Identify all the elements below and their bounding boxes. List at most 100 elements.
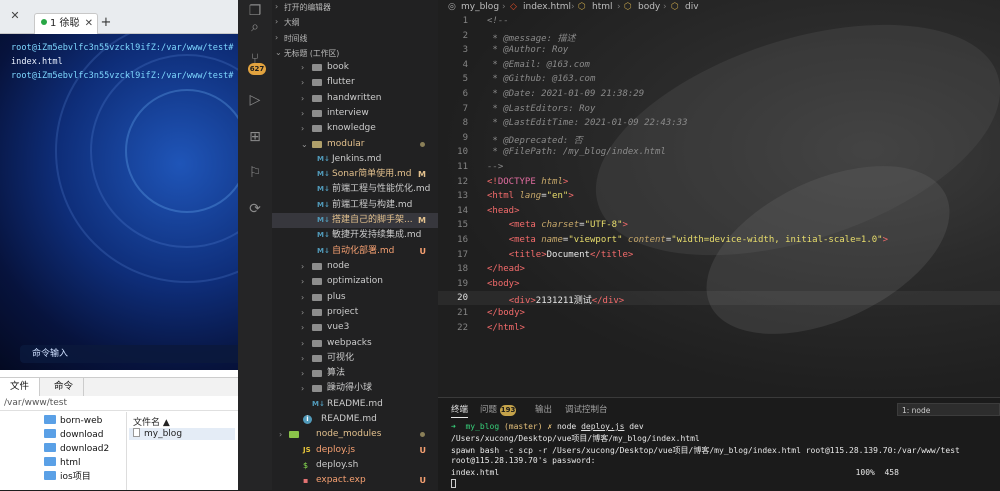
line-number: 18 [457, 264, 468, 275]
filename-column-header[interactable]: 文件名 ▲ [133, 415, 170, 428]
terminal-line: root@iZm5ebvlfc3n55vzckl9ifZ:/var/www/te… [11, 71, 238, 81]
line-number: 6 [462, 89, 468, 99]
element-icon: ⬡ [671, 2, 679, 12]
ssh-tab-label: 1 徐聪 [50, 18, 80, 29]
code-line: <body> [487, 278, 520, 289]
tree-file[interactable]: JS deploy.js U [272, 443, 438, 458]
tree-folder[interactable]: › optimization [272, 274, 438, 289]
search-icon[interactable]: ⌕ [246, 18, 264, 36]
tree-file[interactable]: $ deploy.sh [272, 458, 438, 473]
file-list-item[interactable]: my_blog [129, 428, 235, 440]
breadcrumb-item[interactable]: index.html [523, 0, 571, 15]
breadcrumb-item[interactable]: div [685, 0, 699, 15]
tree-file[interactable]: M↓ 前端工程与构建.md [272, 198, 438, 213]
tree-folder[interactable]: › 可视化 [272, 351, 438, 366]
terminal-select[interactable]: 1: node [897, 403, 1000, 416]
line-number: 15 [457, 220, 468, 231]
code-line: * @LastEditors: Roy [487, 103, 596, 114]
tree-folder[interactable]: › 躁动得小球 [272, 381, 438, 396]
breadcrumb-item[interactable]: html [592, 0, 613, 15]
extensions-icon[interactable]: ⊞ [246, 128, 264, 146]
chevron-right-icon: › [301, 308, 305, 317]
section-open-editors[interactable]: 打开的编辑器 [284, 2, 331, 13]
line-number: 2 [462, 30, 468, 41]
bookmark-icon[interactable]: ⚐ [246, 164, 264, 182]
ssh-session-tab[interactable]: 1 徐聪 ✕ [34, 13, 98, 34]
folder-tree-item[interactable]: ios项目 [44, 470, 91, 484]
folder-icon [312, 95, 322, 102]
git-status-badge: U [419, 446, 427, 455]
tree-folder[interactable]: › flutter [272, 75, 438, 90]
ssh-terminal[interactable]: root@iZm5ebvlfc3n55vzckl9ifZ:/var/www/te… [0, 34, 238, 370]
tree-file[interactable]: M↓ 搭建自己的脚手架... M [272, 213, 438, 228]
tree-file[interactable]: M↓ Sonar简单使用.md M [272, 167, 438, 182]
tree-file[interactable]: M↓ 前端工程与性能优化.md [272, 182, 438, 197]
code-line: <title>Document</title> [508, 249, 634, 260]
chevron-right-icon: › [275, 2, 279, 11]
tree-folder[interactable]: › project [272, 305, 438, 320]
sftp-path-bar[interactable]: /var/www/test [0, 396, 238, 411]
add-tab-button[interactable]: + [98, 13, 114, 33]
section-timeline[interactable]: 时间线 [284, 33, 307, 44]
code-line: </head> [487, 264, 525, 275]
tree-folder[interactable]: › plus [272, 290, 438, 305]
code-editor[interactable]: ◎ my_blog › ◇ index.html › ⬡ html › ⬡ bo… [438, 0, 1000, 397]
tree-file[interactable]: M↓ README.md [272, 397, 438, 412]
tree-file[interactable]: M↓ Jenkins.md [272, 152, 438, 167]
problems-count-badge: 193 [500, 405, 517, 416]
chevron-right-icon: › [301, 339, 305, 348]
element-icon: ⬡ [578, 2, 586, 12]
sftp-file-list: 文件名 ▲ my_blog [127, 412, 238, 490]
terminal-line: index.html [11, 57, 63, 67]
command-input[interactable]: 命令输入 [20, 345, 238, 363]
tab-problems[interactable]: 问题 193 [480, 403, 517, 416]
folder-tree-item[interactable]: download2 [44, 442, 109, 456]
tree-file[interactable]: M↓ 敏捷开发持续集成.md [272, 228, 438, 243]
chevron-right-icon: › [301, 354, 305, 363]
breadcrumb-item[interactable]: body [638, 0, 660, 15]
tab-commands[interactable]: 命令 [44, 378, 85, 396]
breadcrumb-item[interactable]: my_blog [461, 0, 499, 15]
folder-icon [312, 355, 322, 362]
chevron-right-icon: › [301, 293, 305, 302]
tab-output[interactable]: 输出 [535, 403, 552, 415]
folder-tree-item[interactable]: born-web [44, 414, 102, 428]
tree-folder[interactable]: › node_modules [272, 427, 438, 442]
window-close-icon[interactable]: ✕ [6, 7, 24, 25]
line-number: 7 [462, 103, 468, 114]
tree-file[interactable]: ▪ expact.exp U [272, 473, 438, 488]
folder-icon [312, 324, 322, 331]
section-outline[interactable]: 大纲 [284, 17, 300, 28]
tree-file[interactable]: M↓ 自动化部署.md U [272, 244, 438, 259]
tree-folder[interactable]: › handwritten [272, 91, 438, 106]
folder-icon [312, 385, 322, 392]
chevron-right-icon: › [275, 33, 279, 42]
folder-tree-item[interactable]: download [44, 428, 104, 442]
run-debug-icon[interactable]: ▷ [246, 91, 264, 109]
markdown-file-icon: M↓ [317, 170, 330, 178]
chevron-right-icon: › [275, 17, 279, 26]
tab-files[interactable]: 文件 [0, 378, 41, 396]
tree-folder[interactable]: › knowledge [272, 121, 438, 136]
tree-folder[interactable]: › node [272, 259, 438, 274]
tree-folder[interactable]: › webpacks [272, 336, 438, 351]
remote-icon[interactable]: ⟳ [246, 200, 264, 218]
tree-folder-open[interactable]: ⌄ modular [272, 137, 438, 152]
tree-folder[interactable]: › book [272, 60, 438, 75]
code-line: <html lang="en"> [487, 191, 574, 202]
folder-icon [312, 370, 322, 377]
tab-debug-console[interactable]: 调试控制台 [565, 403, 608, 415]
tab-terminal[interactable]: 终端 [451, 403, 469, 418]
ssh-client-window: ✕ 1 徐聪 ✕ + root@iZm5ebvlfc3n55vzckl9ifZ:… [0, 0, 238, 490]
git-status-badge: U [419, 247, 427, 256]
folder-icon [44, 415, 56, 424]
tab-close-icon[interactable]: ✕ [85, 14, 93, 34]
folder-tree-item[interactable]: html [44, 456, 81, 470]
section-workspace[interactable]: 无标题 (工作区) [284, 48, 339, 59]
bottom-panel: 终端 问题 193 输出 调试控制台 1: node ➜ my_blog (mas… [438, 397, 1000, 491]
tree-file[interactable]: i README.md [272, 412, 438, 427]
tree-folder[interactable]: › 算法 [272, 366, 438, 381]
tree-folder[interactable]: › interview [272, 106, 438, 121]
tree-folder[interactable]: › vue3 [272, 320, 438, 335]
code-line: </html> [487, 322, 525, 333]
